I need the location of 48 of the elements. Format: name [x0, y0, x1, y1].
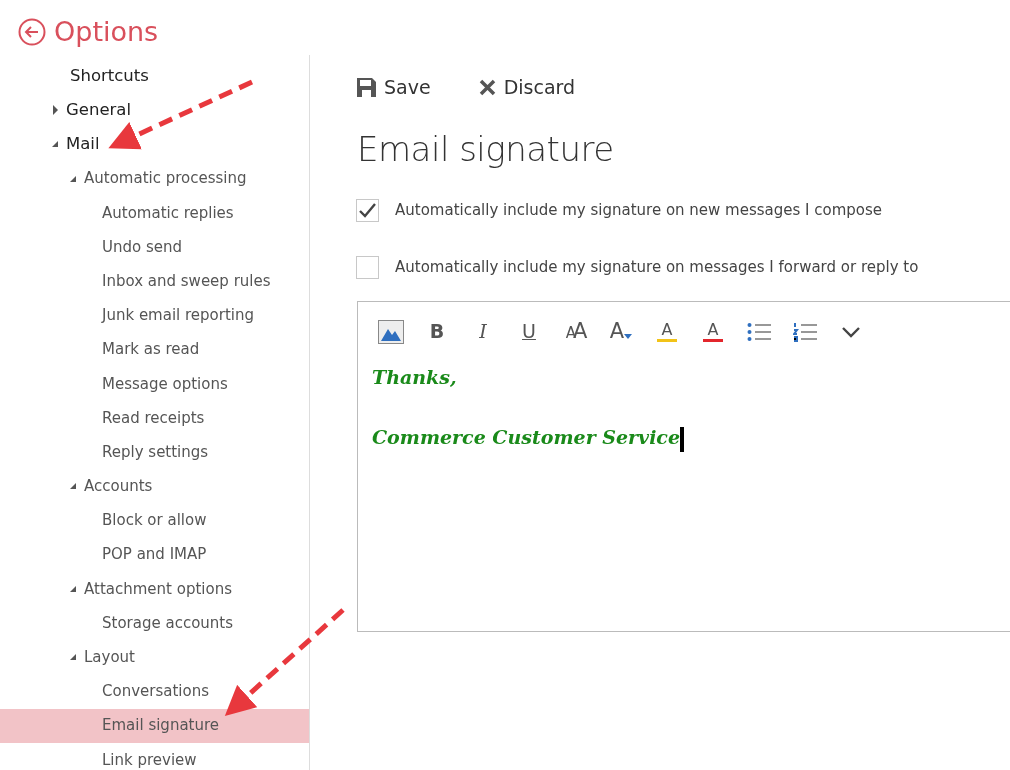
nav-item[interactable]: Attachment options: [0, 571, 309, 606]
underline-button[interactable]: U: [510, 315, 548, 348]
italic-button[interactable]: I: [464, 315, 502, 348]
nav-item[interactable]: Mail: [0, 127, 309, 162]
close-icon: [478, 78, 496, 96]
font-color-button[interactable]: A: [694, 315, 732, 348]
nav-item[interactable]: Shortcuts: [0, 59, 309, 94]
nav-item[interactable]: Inbox and sweep rules: [0, 264, 309, 299]
nav-item[interactable]: Read receipts: [0, 400, 309, 436]
option-label: Automatically include my signature on messages I forward or reply to: [395, 256, 919, 278]
nav-item[interactable]: Junk email reporting: [0, 298, 309, 333]
nav-item[interactable]: General: [0, 93, 309, 128]
checkbox[interactable]: [356, 255, 379, 279]
section-title: Email signature: [357, 127, 615, 171]
nav-item[interactable]: Accounts: [0, 469, 309, 504]
nav-item[interactable]: Reply settings: [0, 435, 309, 470]
caret-icon: [624, 334, 633, 340]
nav-item[interactable]: Storage accounts: [0, 606, 309, 641]
chevron-down-icon: [842, 325, 860, 338]
picture-icon: [378, 319, 404, 344]
font-size-button[interactable]: AA: [556, 315, 594, 348]
signature-text: Commerce Customer Service: [372, 425, 680, 448]
nav-item[interactable]: Block or allow: [0, 503, 309, 538]
page-title: Options: [54, 14, 159, 49]
nav-item[interactable]: Link preview: [0, 742, 309, 770]
option-label: Automatically include my signature on new messages I compose: [395, 199, 883, 221]
signature-text: Thanks,: [372, 365, 457, 388]
nav-item[interactable]: Automatic processing: [0, 161, 309, 196]
grow-font-button[interactable]: A: [602, 315, 640, 348]
text-cursor: [680, 426, 684, 452]
discard-button[interactable]: Discard: [478, 73, 576, 102]
nav-item[interactable]: Undo send: [0, 229, 309, 265]
nav-item[interactable]: Mark as read: [0, 332, 309, 367]
save-icon: [357, 77, 376, 97]
bullet-list-icon: [747, 321, 771, 342]
nav-item[interactable]: Message options: [0, 366, 309, 401]
signature-editor[interactable]: B I U AA A A A Thanks, Commerce Customer Service: [357, 300, 1010, 632]
checkbox[interactable]: [356, 198, 379, 222]
nav-item[interactable]: Email signature: [0, 708, 309, 743]
nav-item[interactable]: POP and IMAP: [0, 537, 309, 572]
nav-item[interactable]: Layout: [0, 640, 309, 675]
bold-button[interactable]: B: [418, 315, 456, 348]
nav-item[interactable]: Automatic replies: [0, 195, 309, 230]
highlight-button[interactable]: A: [648, 315, 686, 348]
back-icon[interactable]: [18, 17, 46, 46]
save-button[interactable]: Save: [357, 73, 431, 102]
numbered-list-icon: [793, 321, 817, 342]
nav-item[interactable]: Conversations: [0, 674, 309, 709]
